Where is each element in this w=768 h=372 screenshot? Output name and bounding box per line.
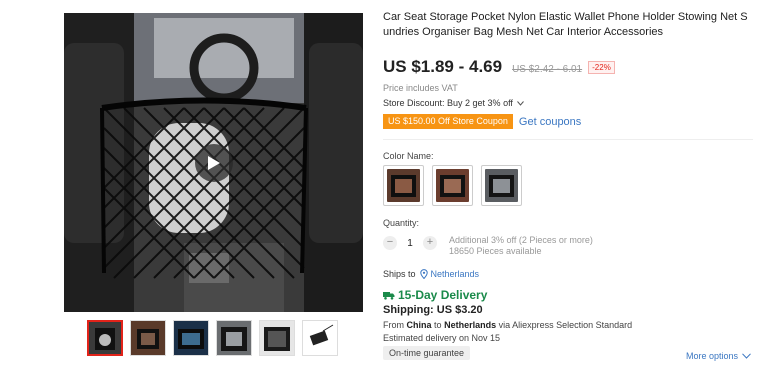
on-time-guarantee-badge: On-time guarantee [383, 346, 471, 360]
truck-icon [383, 291, 395, 300]
ships-to-location-link[interactable]: Netherlands [431, 269, 480, 279]
delivery-text: 15-Day Delivery [398, 288, 488, 302]
swatch-image [436, 169, 469, 202]
product-title: Car Seat Storage Pocket Nylon Elastic Wa… [383, 11, 748, 38]
stock-available: 18650 Pieces available [449, 246, 542, 256]
from-prefix: From [383, 320, 404, 330]
more-options-link[interactable]: More options [686, 351, 751, 361]
video-play-button[interactable] [195, 144, 233, 182]
shipping-method: via Aliexpress Selection Standard [498, 320, 633, 330]
discount-badge: -22% [588, 61, 615, 74]
quantity-label: Quantity: [383, 218, 420, 228]
ships-to-row: Ships to Netherlands [383, 269, 479, 279]
quantity-increase-button[interactable]: + [423, 236, 437, 250]
thumbnail-4[interactable] [216, 320, 252, 356]
thumbnail-image [174, 321, 208, 355]
color-swatches [383, 165, 522, 206]
quantity-decrease-button[interactable]: − [383, 236, 397, 250]
thumbnail-image [131, 321, 165, 355]
thumbnail-5[interactable] [259, 320, 295, 356]
thumbnail-image [217, 321, 251, 355]
more-options-label: More options [686, 351, 739, 361]
main-product-image[interactable] [64, 13, 363, 312]
thumbnail-image [89, 322, 121, 354]
thumbnail-image [303, 321, 337, 355]
thumbnail-strip [87, 320, 338, 356]
origin-country: China [406, 320, 432, 330]
color-swatch-3[interactable] [481, 165, 522, 206]
ships-to-label: Ships to [383, 269, 416, 279]
destination-country: Netherlands [444, 320, 497, 330]
chevron-down-icon [517, 101, 525, 106]
price-row: US $1.89 - 4.69 US $2.42 - 6.01 -22% [383, 57, 615, 77]
get-coupons-link[interactable]: Get coupons [519, 116, 581, 128]
thumbnail-6[interactable] [302, 320, 338, 356]
color-swatch-2[interactable] [432, 165, 473, 206]
divider [383, 139, 753, 140]
shipping-route: From China to Netherlands via Aliexpress… [383, 320, 632, 330]
store-discount[interactable]: Store Discount: Buy 2 get 3% off [383, 98, 525, 108]
shipping-cost: Shipping: US $3.20 [383, 304, 483, 316]
thumbnail-image [260, 321, 294, 355]
color-swatch-1[interactable] [383, 165, 424, 206]
swatch-image [485, 169, 518, 202]
coupon-row: US $150.00 Off Store Coupon Get coupons [383, 114, 581, 129]
thumbnail-2[interactable] [130, 320, 166, 356]
color-label: Color Name: [383, 151, 434, 161]
bulk-discount-note: Additional 3% off (2 Pieces or more) [449, 235, 593, 245]
store-discount-text: Store Discount: Buy 2 get 3% off [383, 98, 513, 108]
quantity-input[interactable] [399, 235, 421, 251]
original-price: US $2.42 - 6.01 [512, 64, 583, 75]
thumbnail-1[interactable] [87, 320, 123, 356]
location-pin-icon [419, 269, 428, 279]
swatch-image [387, 169, 420, 202]
current-price: US $1.89 - 4.69 [383, 57, 503, 76]
chevron-down-icon [742, 353, 751, 359]
quantity-stepper: − + Additional 3% off (2 Pieces or more)… [383, 235, 593, 257]
store-coupon-badge: US $150.00 Off Store Coupon [383, 114, 513, 129]
delivery-time: 15-Day Delivery [383, 288, 487, 302]
thumbnail-3[interactable] [173, 320, 209, 356]
quantity-note: Additional 3% off (2 Pieces or more) 186… [449, 235, 593, 257]
to-word: to [434, 320, 442, 330]
play-icon [208, 156, 220, 170]
vat-note: Price includes VAT [383, 83, 458, 93]
estimated-delivery: Estimated delivery on Nov 15 [383, 333, 501, 343]
